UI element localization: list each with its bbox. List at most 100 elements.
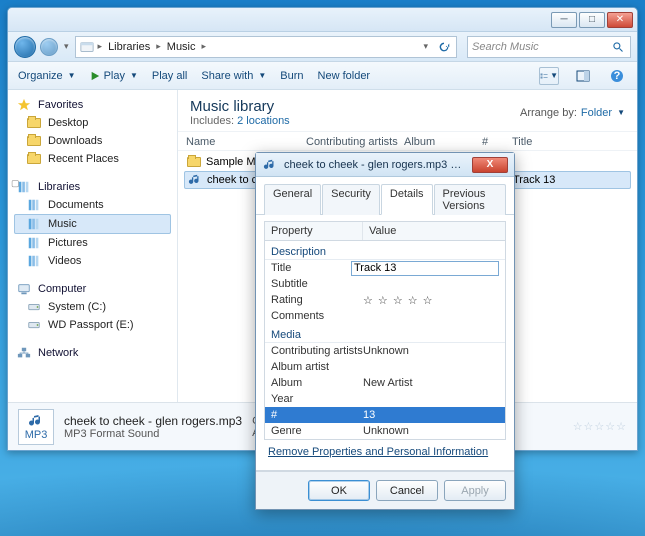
command-bar: Organize▼ Play▼ Play all Share with▼ Bur… <box>8 62 637 90</box>
prop-comments[interactable]: Comments <box>265 308 505 324</box>
newfolder-button[interactable]: New folder <box>318 70 371 82</box>
folder-icon <box>26 116 42 130</box>
help-button[interactable]: ? <box>607 67 627 85</box>
grid-header-value[interactable]: Value <box>363 222 505 240</box>
properties-dialog: cheek to cheek - glen rogers.mp3 Propert… <box>255 152 515 510</box>
computer-icon <box>16 282 32 296</box>
network-icon <box>16 346 32 360</box>
sidebar-item-videos[interactable]: Videos <box>8 252 177 270</box>
col-album[interactable]: Album <box>404 136 482 148</box>
refresh-icon[interactable] <box>436 39 452 55</box>
library-icon <box>26 236 42 250</box>
dialog-close-button[interactable]: X <box>472 157 508 173</box>
library-icon <box>26 198 42 212</box>
sidebar-network-header[interactable]: Network <box>8 344 177 362</box>
play-icon <box>90 71 100 81</box>
prop-album[interactable]: AlbumNew Artist <box>265 375 505 391</box>
tab-security[interactable]: Security <box>322 184 380 215</box>
minimize-button[interactable]: ─ <box>551 12 577 28</box>
navigation-pane: Favorites DesktopDownloadsRecent Places … <box>8 90 178 402</box>
details-rating[interactable]: ☆☆☆☆☆ <box>573 420 627 433</box>
sidebar-favorites-header[interactable]: Favorites <box>8 96 177 114</box>
prop-title[interactable]: Title <box>265 260 505 276</box>
forward-button[interactable] <box>40 38 58 56</box>
tab-details[interactable]: Details <box>381 184 433 215</box>
collapse-icon[interactable]: ▢ <box>11 178 20 189</box>
grid-header-property[interactable]: Property <box>265 222 363 240</box>
library-icon <box>26 217 42 231</box>
property-grid[interactable]: Property Value Description Title Subtitl… <box>264 221 506 440</box>
column-headers[interactable]: Name Contributing artists Album # Title <box>178 132 637 151</box>
col-artists[interactable]: Contributing artists <box>306 136 404 148</box>
details-filename: cheek to cheek - glen rogers.mp3 <box>64 414 242 428</box>
tab-previous-versions[interactable]: Previous Versions <box>434 184 506 215</box>
star-icon <box>16 98 32 112</box>
mp3-icon: MP3 <box>18 409 54 445</box>
view-mode-button[interactable]: ▼ <box>539 67 559 85</box>
prop-track-number[interactable]: #13 <box>265 407 505 423</box>
navigation-bar: ▾ ▸ Libraries ▸ Music ▸ ▾ Search Music <box>8 32 637 62</box>
folder-icon <box>186 154 202 170</box>
prop-rating[interactable]: Rating☆ ☆ ☆ ☆ ☆ <box>265 292 505 308</box>
history-dropdown[interactable]: ▾ <box>62 41 71 52</box>
dialog-titlebar[interactable]: cheek to cheek - glen rogers.mp3 Propert… <box>256 153 514 177</box>
arrange-label: Arrange by: <box>520 107 577 119</box>
dialog-tabs: General Security Details Previous Versio… <box>256 177 514 215</box>
sidebar-item-desktop[interactable]: Desktop <box>8 114 177 132</box>
tab-general[interactable]: General <box>264 184 321 215</box>
breadcrumb-dropdown-icon[interactable]: ▾ <box>421 41 430 52</box>
col-title[interactable]: Title <box>512 136 629 148</box>
search-placeholder: Search Music <box>472 41 539 53</box>
remove-properties-link[interactable]: Remove Properties and Personal Informati… <box>264 440 506 458</box>
includes-label: Includes: <box>190 115 234 127</box>
dialog-title: cheek to cheek - glen rogers.mp3 Propert… <box>284 159 466 171</box>
section-description: Description <box>265 243 505 260</box>
breadcrumb-seg-libraries[interactable]: Libraries <box>106 41 152 53</box>
prop-year[interactable]: Year <box>265 391 505 407</box>
organize-menu[interactable]: Organize▼ <box>18 70 76 82</box>
library-title: Music library <box>190 98 290 115</box>
details-kind: MP3 Format Sound <box>64 428 242 440</box>
sidebar-item-recent-places[interactable]: Recent Places <box>8 150 177 168</box>
folder-icon <box>26 134 42 148</box>
sidebar-libraries-header[interactable]: Libraries <box>8 178 177 196</box>
sidebar-item-documents[interactable]: Documents <box>8 196 177 214</box>
breadcrumb-seg-music[interactable]: Music <box>165 41 198 53</box>
prop-subtitle[interactable]: Subtitle <box>265 276 505 292</box>
playall-button[interactable]: Play all <box>152 70 187 82</box>
library-icon <box>26 254 42 268</box>
chevron-down-icon[interactable]: ▼ <box>617 108 625 117</box>
prop-genre[interactable]: GenreUnknown <box>265 423 505 439</box>
apply-button[interactable]: Apply <box>444 480 506 501</box>
col-num[interactable]: # <box>482 136 512 148</box>
sidebar-item-drive[interactable]: WD Passport (E:) <box>8 316 177 334</box>
ok-button[interactable]: OK <box>308 480 370 501</box>
prop-album-artist[interactable]: Album artist <box>265 359 505 375</box>
breadcrumb[interactable]: ▸ Libraries ▸ Music ▸ ▾ <box>75 36 457 58</box>
col-name[interactable]: Name <box>186 136 306 148</box>
share-menu[interactable]: Share with▼ <box>201 70 266 82</box>
nav-root-icon[interactable] <box>80 40 94 54</box>
sidebar-item-pictures[interactable]: Pictures <box>8 234 177 252</box>
folder-icon <box>26 152 42 166</box>
locations-link[interactable]: 2 locations <box>237 115 290 127</box>
sidebar-item-drive[interactable]: System (C:) <box>8 298 177 316</box>
prop-contributing-artists[interactable]: Contributing artistsUnknown <box>265 343 505 359</box>
cancel-button[interactable]: Cancel <box>376 480 438 501</box>
back-button[interactable] <box>14 36 36 58</box>
burn-button[interactable]: Burn <box>280 70 303 82</box>
window-titlebar[interactable]: ─ □ ✕ <box>8 8 637 32</box>
sidebar-computer-header[interactable]: Computer <box>8 280 177 298</box>
play-menu[interactable]: Play▼ <box>90 70 138 82</box>
preview-pane-button[interactable] <box>573 67 593 85</box>
drive-icon <box>26 300 42 314</box>
title-input[interactable] <box>351 261 499 276</box>
sidebar-item-downloads[interactable]: Downloads <box>8 132 177 150</box>
arrange-value[interactable]: Folder <box>581 107 612 119</box>
search-icon <box>612 41 626 53</box>
maximize-button[interactable]: □ <box>579 12 605 28</box>
music-file-icon <box>262 158 278 172</box>
close-button[interactable]: ✕ <box>607 12 633 28</box>
sidebar-item-music[interactable]: Music <box>14 214 171 234</box>
search-input[interactable]: Search Music <box>467 36 631 58</box>
